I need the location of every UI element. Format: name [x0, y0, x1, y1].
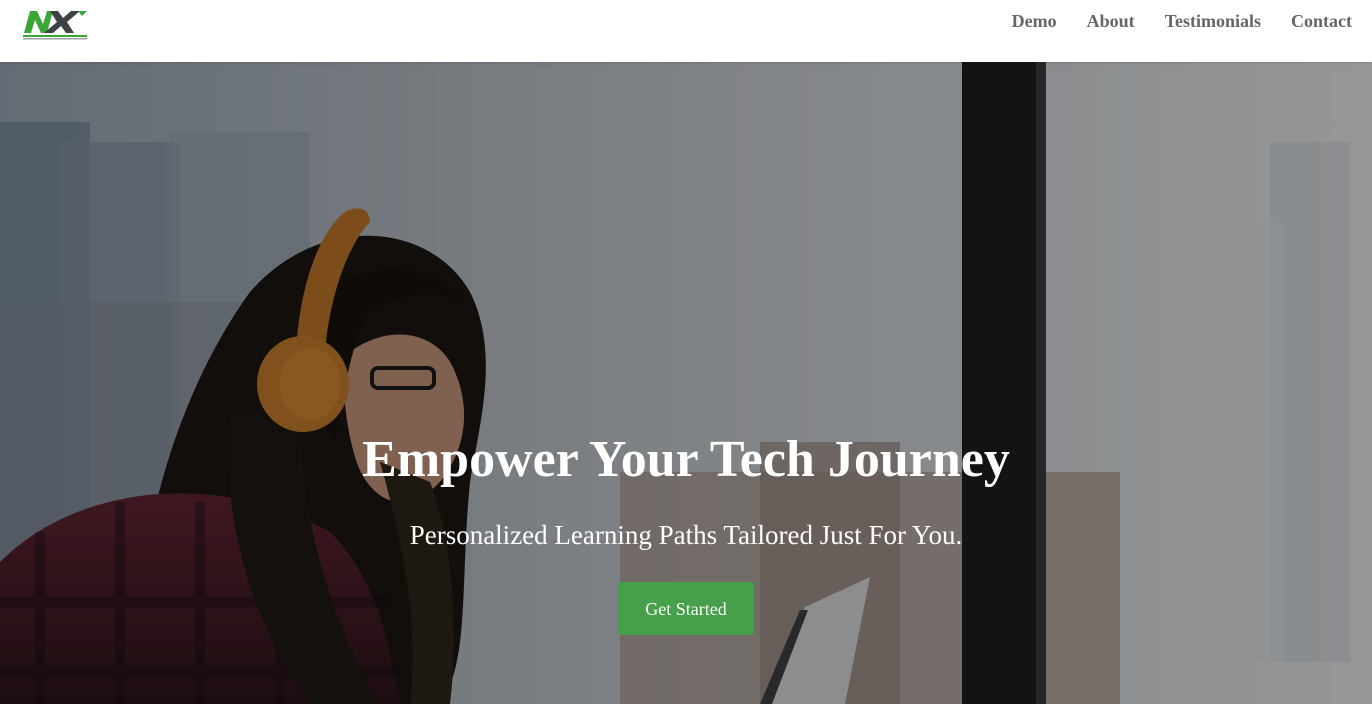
get-started-button[interactable]: Get Started — [618, 582, 754, 635]
site-header: Demo About Testimonials Contact — [0, 0, 1372, 62]
nav-link-contact[interactable]: Contact — [1291, 10, 1352, 32]
hero-section: Empower Your Tech Journey Personalized L… — [0, 62, 1372, 704]
hero-title: Empower Your Tech Journey — [362, 431, 1010, 488]
hero-content: Empower Your Tech Journey Personalized L… — [0, 427, 1372, 635]
hero-subtitle: Personalized Learning Paths Tailored Jus… — [409, 520, 963, 550]
nav-link-about[interactable]: About — [1087, 10, 1135, 32]
main-nav: Demo About Testimonials Contact — [982, 10, 1352, 32]
nx-logo-icon[interactable] — [22, 7, 88, 41]
nav-link-testimonials[interactable]: Testimonials — [1165, 10, 1261, 32]
nav-link-demo[interactable]: Demo — [1012, 10, 1057, 32]
